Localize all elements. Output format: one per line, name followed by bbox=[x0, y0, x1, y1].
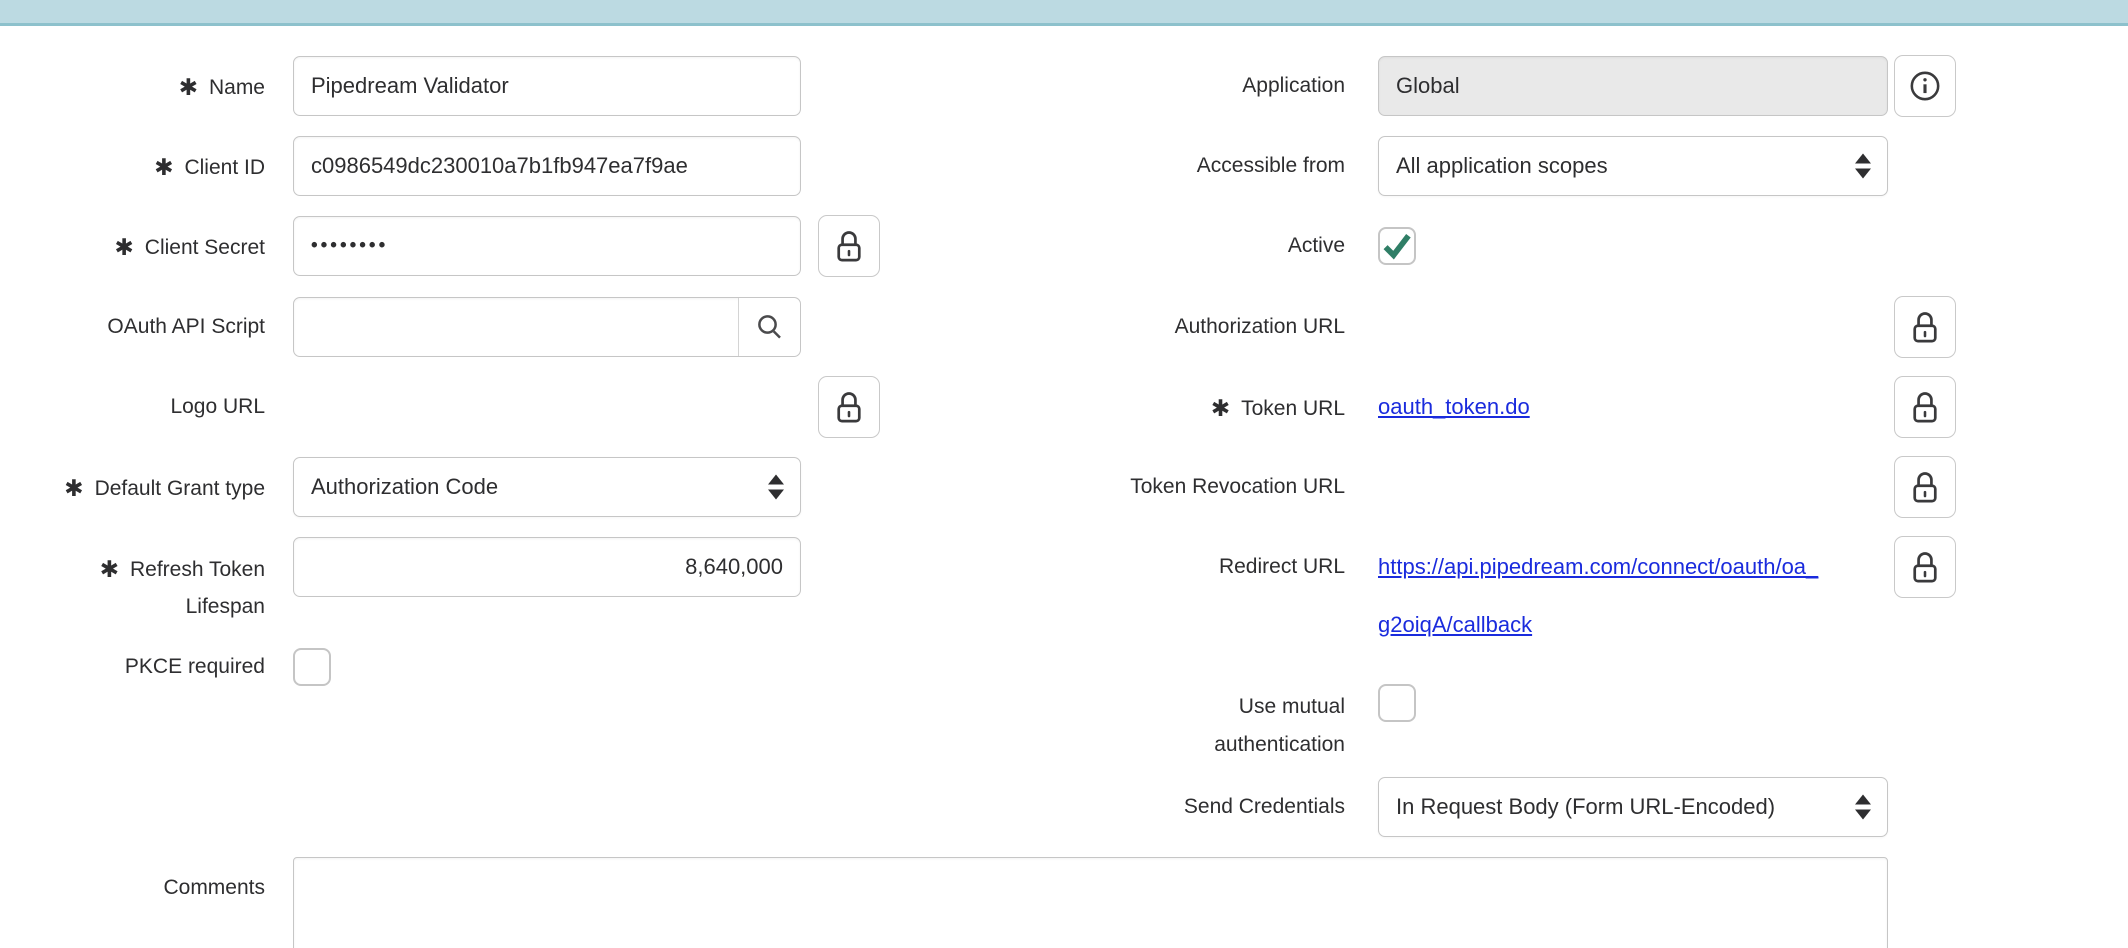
send-credentials-select[interactable]: In Request Body (Form URL-Encoded) bbox=[1378, 777, 1888, 837]
name-label: ✱Name bbox=[0, 56, 265, 118]
lock-icon bbox=[833, 228, 865, 264]
application-info-button[interactable] bbox=[1894, 55, 1956, 117]
client-secret-label: ✱Client Secret bbox=[0, 216, 265, 278]
comments-label: Comments bbox=[0, 858, 265, 918]
required-marker: ✱ bbox=[115, 234, 134, 260]
required-marker: ✱ bbox=[64, 475, 83, 501]
required-marker: ✱ bbox=[1211, 395, 1230, 421]
name-input[interactable] bbox=[293, 56, 801, 116]
form-header-strip bbox=[0, 0, 2128, 26]
logo-url-label: Logo URL bbox=[0, 377, 265, 437]
oauth-entity-form: ✱Name ✱Client ID ✱Client Secret OAuth AP… bbox=[0, 0, 2128, 948]
authorization-url-label: Authorization URL bbox=[1000, 297, 1345, 357]
lock-icon bbox=[1909, 389, 1941, 425]
default-grant-type-select[interactable]: Authorization Code bbox=[293, 457, 801, 517]
default-grant-type-label: ✱Default Grant type bbox=[0, 457, 265, 519]
token-url-lock-button[interactable] bbox=[1894, 376, 1956, 438]
oauth-api-script-input[interactable] bbox=[294, 298, 738, 356]
redirect-url-label: Redirect URL bbox=[1000, 537, 1345, 597]
logo-url-lock-button[interactable] bbox=[818, 376, 880, 438]
pkce-required-checkbox[interactable] bbox=[293, 648, 331, 686]
application-label: Application bbox=[1000, 56, 1345, 116]
client-id-input[interactable] bbox=[293, 136, 801, 196]
active-checkbox[interactable] bbox=[1378, 227, 1416, 265]
required-marker: ✱ bbox=[100, 556, 119, 582]
default-grant-type-value: Authorization Code bbox=[311, 458, 498, 516]
redirect-url-link-line1[interactable]: https://api.pipedream.com/connect/oauth/… bbox=[1378, 537, 1818, 597]
redirect-url-lock-button[interactable] bbox=[1894, 536, 1956, 598]
refresh-token-lifespan-label: ✱Refresh Token Lifespan bbox=[0, 550, 265, 625]
select-arrows-icon bbox=[1855, 795, 1871, 820]
lock-icon bbox=[1909, 309, 1941, 345]
token-revocation-url-lock-button[interactable] bbox=[1894, 456, 1956, 518]
token-revocation-url-label: Token Revocation URL bbox=[1000, 457, 1345, 517]
search-icon bbox=[755, 312, 785, 342]
lock-icon bbox=[1909, 469, 1941, 505]
lock-icon bbox=[833, 389, 865, 425]
checkmark-icon bbox=[1381, 230, 1413, 262]
token-url-label: ✱Token URL bbox=[1000, 377, 1345, 439]
required-marker: ✱ bbox=[154, 154, 173, 180]
accessible-from-select[interactable]: All application scopes bbox=[1378, 136, 1888, 196]
accessible-from-label: Accessible from bbox=[1000, 136, 1345, 196]
lock-icon bbox=[1909, 549, 1941, 585]
oauth-api-script-field bbox=[293, 297, 801, 357]
select-arrows-icon bbox=[768, 475, 784, 500]
send-credentials-label: Send Credentials bbox=[1000, 777, 1345, 837]
client-secret-lock-button[interactable] bbox=[818, 215, 880, 277]
select-arrows-icon bbox=[1855, 154, 1871, 179]
oauth-api-script-lookup-button[interactable] bbox=[738, 298, 800, 356]
client-id-label: ✱Client ID bbox=[0, 136, 265, 198]
active-label: Active bbox=[1000, 216, 1345, 276]
redirect-url-link-line2[interactable]: g2oiqA/callback bbox=[1378, 603, 1532, 647]
oauth-api-script-label: OAuth API Script bbox=[0, 297, 265, 357]
authorization-url-lock-button[interactable] bbox=[1894, 296, 1956, 358]
send-credentials-value: In Request Body (Form URL-Encoded) bbox=[1396, 778, 1775, 836]
use-mutual-authentication-label: Use mutual authentication bbox=[1000, 688, 1345, 764]
required-marker: ✱ bbox=[179, 74, 198, 100]
token-url-link[interactable]: oauth_token.do bbox=[1378, 377, 1530, 437]
comments-textarea[interactable] bbox=[293, 857, 1888, 948]
accessible-from-value: All application scopes bbox=[1396, 137, 1608, 195]
client-secret-input[interactable] bbox=[293, 216, 801, 276]
info-icon bbox=[1908, 69, 1942, 103]
application-field bbox=[1378, 56, 1888, 116]
pkce-required-label: PKCE required bbox=[0, 648, 265, 686]
refresh-token-lifespan-input[interactable] bbox=[293, 537, 801, 597]
use-mutual-authentication-checkbox[interactable] bbox=[1378, 684, 1416, 722]
